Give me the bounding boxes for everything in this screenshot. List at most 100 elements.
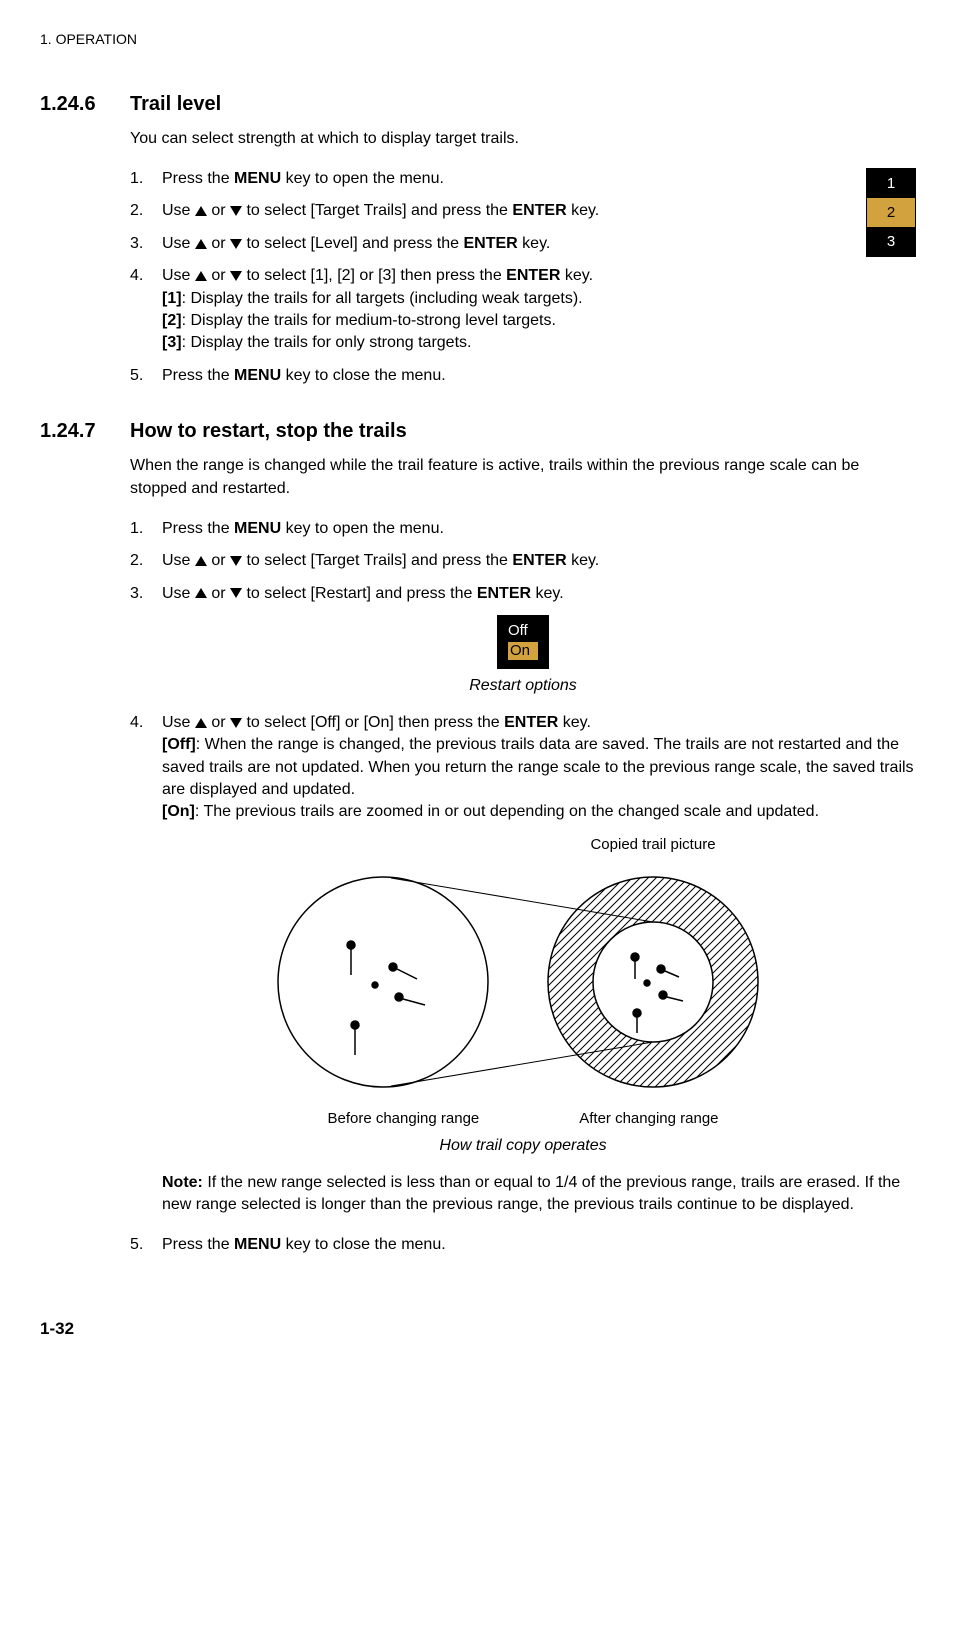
step-body: Use or to select [Restart] and press the…: [162, 583, 916, 605]
step-body: Use or to select [Target Trails] and pre…: [162, 550, 916, 572]
t: : Display the trails for all targets (in…: [182, 290, 583, 307]
down-arrow-icon: [230, 239, 242, 249]
t: to select [1], [2] or [3] then press the: [242, 267, 506, 284]
step-num: 2.: [130, 200, 162, 222]
step-body: Press the MENU key to open the menu.: [162, 168, 856, 190]
restart-on: On: [508, 642, 538, 660]
up-arrow-icon: [195, 239, 207, 249]
t: ENTER: [506, 267, 560, 284]
section-num: 1.24.6: [40, 90, 130, 118]
step-body: Use or to select [1], [2] or [3] then pr…: [162, 265, 916, 355]
t: key.: [558, 714, 591, 731]
diag-label-top: Copied trail picture: [130, 834, 916, 855]
step-body: Press the MENU key to close the menu.: [162, 365, 916, 387]
section-title: How to restart, stop the trails: [130, 417, 407, 445]
t: [On]: [162, 803, 195, 820]
step-item: 1. Press the MENU key to open the menu.: [130, 518, 916, 540]
down-arrow-icon: [230, 588, 242, 598]
t: to select [Level] and press the: [242, 235, 463, 252]
t: Use: [162, 714, 195, 731]
t: [2]: [162, 312, 182, 329]
note-paragraph: Note: If the new range selected is less …: [162, 1172, 916, 1217]
down-arrow-icon: [230, 271, 242, 281]
t: : Display the trails for only strong tar…: [182, 334, 472, 351]
step-item: 5. Press the MENU key to close the menu.: [130, 1234, 916, 1256]
step-item: 3. Use or to select [Restart] and press …: [130, 583, 916, 605]
up-arrow-icon: [195, 556, 207, 566]
step-num: 1.: [130, 168, 162, 190]
t: to select [Off] or [On] then press the: [242, 714, 504, 731]
step-body: Use or to select [Target Trails] and pre…: [162, 200, 856, 222]
t: Press the: [162, 520, 234, 537]
t: : Display the trails for medium-to-stron…: [182, 312, 556, 329]
t: ENTER: [504, 714, 558, 731]
section2-step4: 4. Use or to select [Off] or [On] then p…: [130, 712, 916, 824]
restart-off: Off: [508, 622, 538, 640]
t: ENTER: [464, 235, 518, 252]
step-item: 2. Use or to select [Target Trails] and …: [130, 200, 856, 222]
down-arrow-icon: [230, 206, 242, 216]
step-body: Press the MENU key to open the menu.: [162, 518, 916, 540]
restart-options-box: Off On: [130, 615, 916, 669]
section-title: Trail level: [130, 90, 221, 118]
down-arrow-icon: [230, 718, 242, 728]
step-item: 2. Use or to select [Target Trails] and …: [130, 550, 916, 572]
step-item: 4. Use or to select [1], [2] or [3] then…: [130, 265, 916, 355]
t: key.: [531, 585, 564, 602]
section2-intro: When the range is changed while the trai…: [130, 455, 916, 500]
t: Use: [162, 552, 195, 569]
trail-copy-diagram: [130, 867, 916, 1104]
step-num: 3.: [130, 233, 162, 255]
step-num: 5.: [130, 365, 162, 387]
step-item: 3. Use or to select [Level] and press th…: [130, 233, 856, 255]
up-arrow-icon: [195, 718, 207, 728]
page-number: 1-32: [40, 1317, 916, 1341]
section-heading-restart: 1.24.7 How to restart, stop the trails: [40, 417, 916, 445]
step-body: Use or to select [Off] or [On] then pres…: [162, 712, 916, 824]
diag-label-right: After changing range: [579, 1108, 718, 1129]
section1-steps: 1. Press the MENU key to open the menu. …: [130, 168, 916, 387]
t: MENU: [234, 367, 281, 384]
step-num: 4.: [130, 712, 162, 734]
t: Press the: [162, 1236, 234, 1253]
section2-step5: 5. Press the MENU key to close the menu.: [130, 1234, 916, 1256]
step-num: 3.: [130, 583, 162, 605]
t: ENTER: [477, 585, 531, 602]
t: MENU: [234, 1236, 281, 1253]
step-num: 5.: [130, 1234, 162, 1256]
t: [Off]: [162, 736, 196, 753]
t: to select [Restart] and press the: [242, 585, 477, 602]
t: : When the range is changed, the previou…: [162, 736, 914, 798]
t: MENU: [234, 170, 281, 187]
t: key to close the menu.: [281, 1236, 446, 1253]
section2-steps-a: 1. Press the MENU key to open the menu. …: [130, 518, 916, 605]
up-arrow-icon: [195, 206, 207, 216]
step-num: 2.: [130, 550, 162, 572]
down-arrow-icon: [230, 556, 242, 566]
level-opt-2: 2: [867, 198, 915, 227]
t: Note:: [162, 1174, 203, 1191]
t: to select [Target Trails] and press the: [242, 552, 512, 569]
page-header: 1. OPERATION: [40, 30, 916, 50]
t: MENU: [234, 520, 281, 537]
t: [3]: [162, 334, 182, 351]
t: Use: [162, 202, 195, 219]
step-num: 1.: [130, 518, 162, 540]
t: key to close the menu.: [281, 367, 446, 384]
diag-caption: How trail copy operates: [130, 1135, 916, 1157]
section-heading-trail-level: 1.24.6 Trail level: [40, 90, 916, 118]
t: key.: [560, 267, 593, 284]
t: Use: [162, 585, 195, 602]
t: key to open the menu.: [281, 520, 444, 537]
level-opt-1: 1: [867, 169, 915, 198]
section1-intro: You can select strength at which to disp…: [130, 128, 916, 150]
diag-label-left: Before changing range: [327, 1108, 479, 1129]
section-num: 1.24.7: [40, 417, 130, 445]
t: Use: [162, 267, 195, 284]
up-arrow-icon: [195, 588, 207, 598]
t: key to open the menu.: [281, 170, 444, 187]
level-opt-3: 3: [867, 227, 915, 256]
t: Press the: [162, 170, 234, 187]
t: Press the: [162, 367, 234, 384]
t: [1]: [162, 290, 182, 307]
